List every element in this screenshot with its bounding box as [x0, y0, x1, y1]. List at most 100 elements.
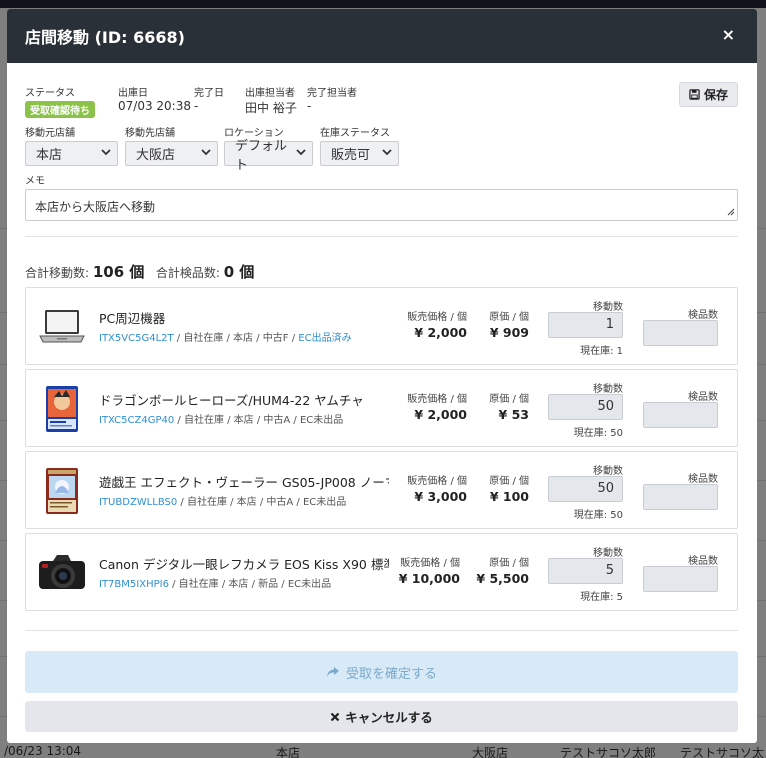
chevron-down-icon — [382, 148, 392, 159]
cost-price-value: ¥ 909 — [489, 325, 529, 340]
cost-price-col: 原価 / 個 ¥ 5,500 — [476, 554, 529, 586]
to-store-select[interactable]: 大阪店 — [125, 141, 218, 166]
location-select[interactable]: デフォルト — [224, 139, 313, 173]
store-transfer-modal: 店間移動 (ID: 6668) × ステータス 受取確認待ち 出庫日 07/03… — [7, 9, 757, 743]
share-arrow-icon — [326, 667, 339, 677]
qty-label: 移動数 — [593, 384, 623, 395]
card-icon — [36, 466, 88, 516]
item-card: ドラゴンボールヒーローズ/HUM4-22 ヤムチャ ITXC5CZ4GP40 /… — [25, 369, 738, 447]
stock-status-label: 在庫ステータス — [320, 128, 390, 139]
item-meta: IT7BM5IXHPI6 / 自社在庫 / 本店 / 新品 / EC未出品 — [99, 575, 331, 590]
item-sku-link[interactable]: ITUBDZWLLBS0 — [99, 497, 177, 508]
section-divider — [25, 630, 738, 631]
sale-price-value: ¥ 3,000 — [414, 489, 467, 504]
item-ec-status[interactable]: EC出品済み — [298, 333, 351, 344]
cost-price-value: ¥ 53 — [498, 407, 529, 422]
cost-price-label: 原価 / 個 — [489, 558, 529, 569]
cost-price-col: 原価 / 個 ¥ 53 — [489, 390, 529, 422]
save-button-label: 保存 — [703, 88, 728, 102]
item-sku-link[interactable]: ITX5VC5G4L2T — [99, 333, 174, 344]
modal-title: 店間移動 (ID: 6668) — [25, 28, 185, 47]
cost-price-col: 原価 / 個 ¥ 100 — [489, 472, 529, 504]
current-stock: 現在庫: 5 — [580, 592, 623, 603]
floppy-disk-icon — [689, 89, 700, 100]
item-ec-status: EC未出品 — [287, 579, 332, 590]
memo-label: メモ — [25, 176, 45, 187]
status-label: ステータス — [25, 88, 75, 99]
current-stock: 現在庫: 1 — [580, 346, 623, 357]
stock-status-field: 在庫ステータス 販売可 — [320, 124, 399, 166]
sale-price-value: ¥ 10,000 — [398, 571, 460, 586]
inspect-input[interactable] — [643, 484, 718, 510]
done-staff-value: - — [307, 99, 312, 113]
item-sku-link[interactable]: ITXC5CZ4GP40 — [99, 415, 174, 426]
sale-price-col: 販売価格 / 個 ¥ 2,000 — [407, 308, 467, 340]
qty-input[interactable]: 1 — [548, 312, 623, 338]
totals-summary: 合計移動数: 106 個 合計検品数: 0 個 — [25, 261, 254, 282]
ship-date-label: 出庫日 — [118, 88, 148, 99]
location-field: ロケーション デフォルト — [224, 124, 313, 173]
current-stock: 現在庫: 50 — [573, 510, 623, 521]
ship-staff-label: 出庫担当者 — [245, 88, 295, 99]
ship-staff-value: 田中 裕子 — [245, 101, 297, 115]
item-card: PC周辺機器 ITX5VC5G4L2T / 自社在庫 / 本店 / 中古F / … — [25, 287, 738, 365]
item-name: PC周辺機器 — [99, 311, 166, 326]
cancel-label: キャンセルする — [345, 710, 433, 725]
item-meta-text: / 自社在庫 / 本店 / 新品 / — [168, 579, 288, 590]
from-store-select[interactable]: 本店 — [25, 141, 118, 166]
qty-input[interactable]: 50 — [548, 394, 623, 420]
status-badge: 受取確認待ち — [25, 101, 95, 118]
save-button[interactable]: 保存 — [678, 82, 738, 107]
to-store-field: 移動先店舗 大阪店 — [125, 124, 218, 166]
item-ec-status: EC未出品 — [302, 497, 347, 508]
inspect-input[interactable] — [643, 566, 718, 592]
chevron-down-icon — [296, 148, 306, 159]
sale-price-label: 販売価格 / 個 — [400, 558, 460, 569]
cost-price-label: 原価 / 個 — [489, 394, 529, 405]
sale-price-label: 販売価格 / 個 — [407, 476, 467, 487]
current-stock: 現在庫: 50 — [573, 428, 623, 439]
from-store-field: 移動元店舗 本店 — [25, 124, 118, 166]
item-meta-text: / 自社在庫 / 本店 / 中古A / — [177, 497, 303, 508]
section-divider — [25, 236, 738, 237]
sale-price-value: ¥ 2,000 — [414, 407, 467, 422]
done-date-label: 完了日 — [194, 88, 224, 99]
qty-input[interactable]: 5 — [548, 558, 623, 584]
cancel-button[interactable]: キャンセルする — [25, 701, 738, 732]
total-inspect-label: 合計検品数: — [155, 266, 220, 280]
confirm-receipt-label: 受取を確定する — [345, 666, 437, 682]
sale-price-col: 販売価格 / 個 ¥ 2,000 — [407, 390, 467, 422]
stock-status-select[interactable]: 販売可 — [320, 141, 399, 166]
cost-price-label: 原価 / 個 — [489, 312, 529, 323]
cost-price-value: ¥ 5,500 — [476, 571, 529, 586]
inspect-label: 検品数 — [688, 392, 718, 403]
camera-icon — [36, 548, 88, 598]
to-store-label: 移動先店舗 — [125, 128, 175, 139]
item-card: 遊戯王 エフェクト・ヴェーラー GS05-JP008 ノーマル ... ITUB… — [25, 451, 738, 529]
item-sku-link[interactable]: IT7BM5IXHPI6 — [99, 579, 169, 590]
sale-price-col: 販売価格 / 個 ¥ 3,000 — [407, 472, 467, 504]
cost-price-col: 原価 / 個 ¥ 909 — [489, 308, 529, 340]
sale-price-col: 販売価格 / 個 ¥ 10,000 — [399, 554, 460, 586]
memo-textarea[interactable]: 本店から大阪店へ移動 — [25, 189, 738, 221]
card-icon — [36, 384, 88, 434]
item-meta-text: / 自社在庫 / 本店 / 中古F / — [173, 333, 299, 344]
item-ec-status: EC未出品 — [299, 415, 344, 426]
laptop-icon — [36, 302, 88, 352]
modal-header: 店間移動 (ID: 6668) × — [7, 9, 757, 63]
close-icon[interactable]: × — [722, 25, 735, 44]
inspect-input[interactable] — [643, 320, 718, 346]
resize-handle-icon[interactable] — [727, 208, 735, 219]
qty-input[interactable]: 50 — [548, 476, 623, 502]
item-card: Canon デジタル一眼レフカメラ EOS Kiss X90 標準... IT7… — [25, 533, 738, 611]
cost-price-label: 原価 / 個 — [489, 476, 529, 487]
inspect-label: 検品数 — [688, 556, 718, 567]
inspect-input[interactable] — [643, 402, 718, 428]
confirm-receipt-button[interactable]: 受取を確定する — [25, 651, 738, 693]
total-inspect-value: 0 個 — [223, 263, 255, 281]
ship-date-field: 出庫日 07/03 20:38 — [118, 84, 191, 113]
qty-label: 移動数 — [593, 466, 623, 477]
sale-price-label: 販売価格 / 個 — [407, 394, 467, 405]
total-move-label: 合計移動数: — [25, 266, 90, 280]
close-x-icon — [330, 712, 340, 721]
